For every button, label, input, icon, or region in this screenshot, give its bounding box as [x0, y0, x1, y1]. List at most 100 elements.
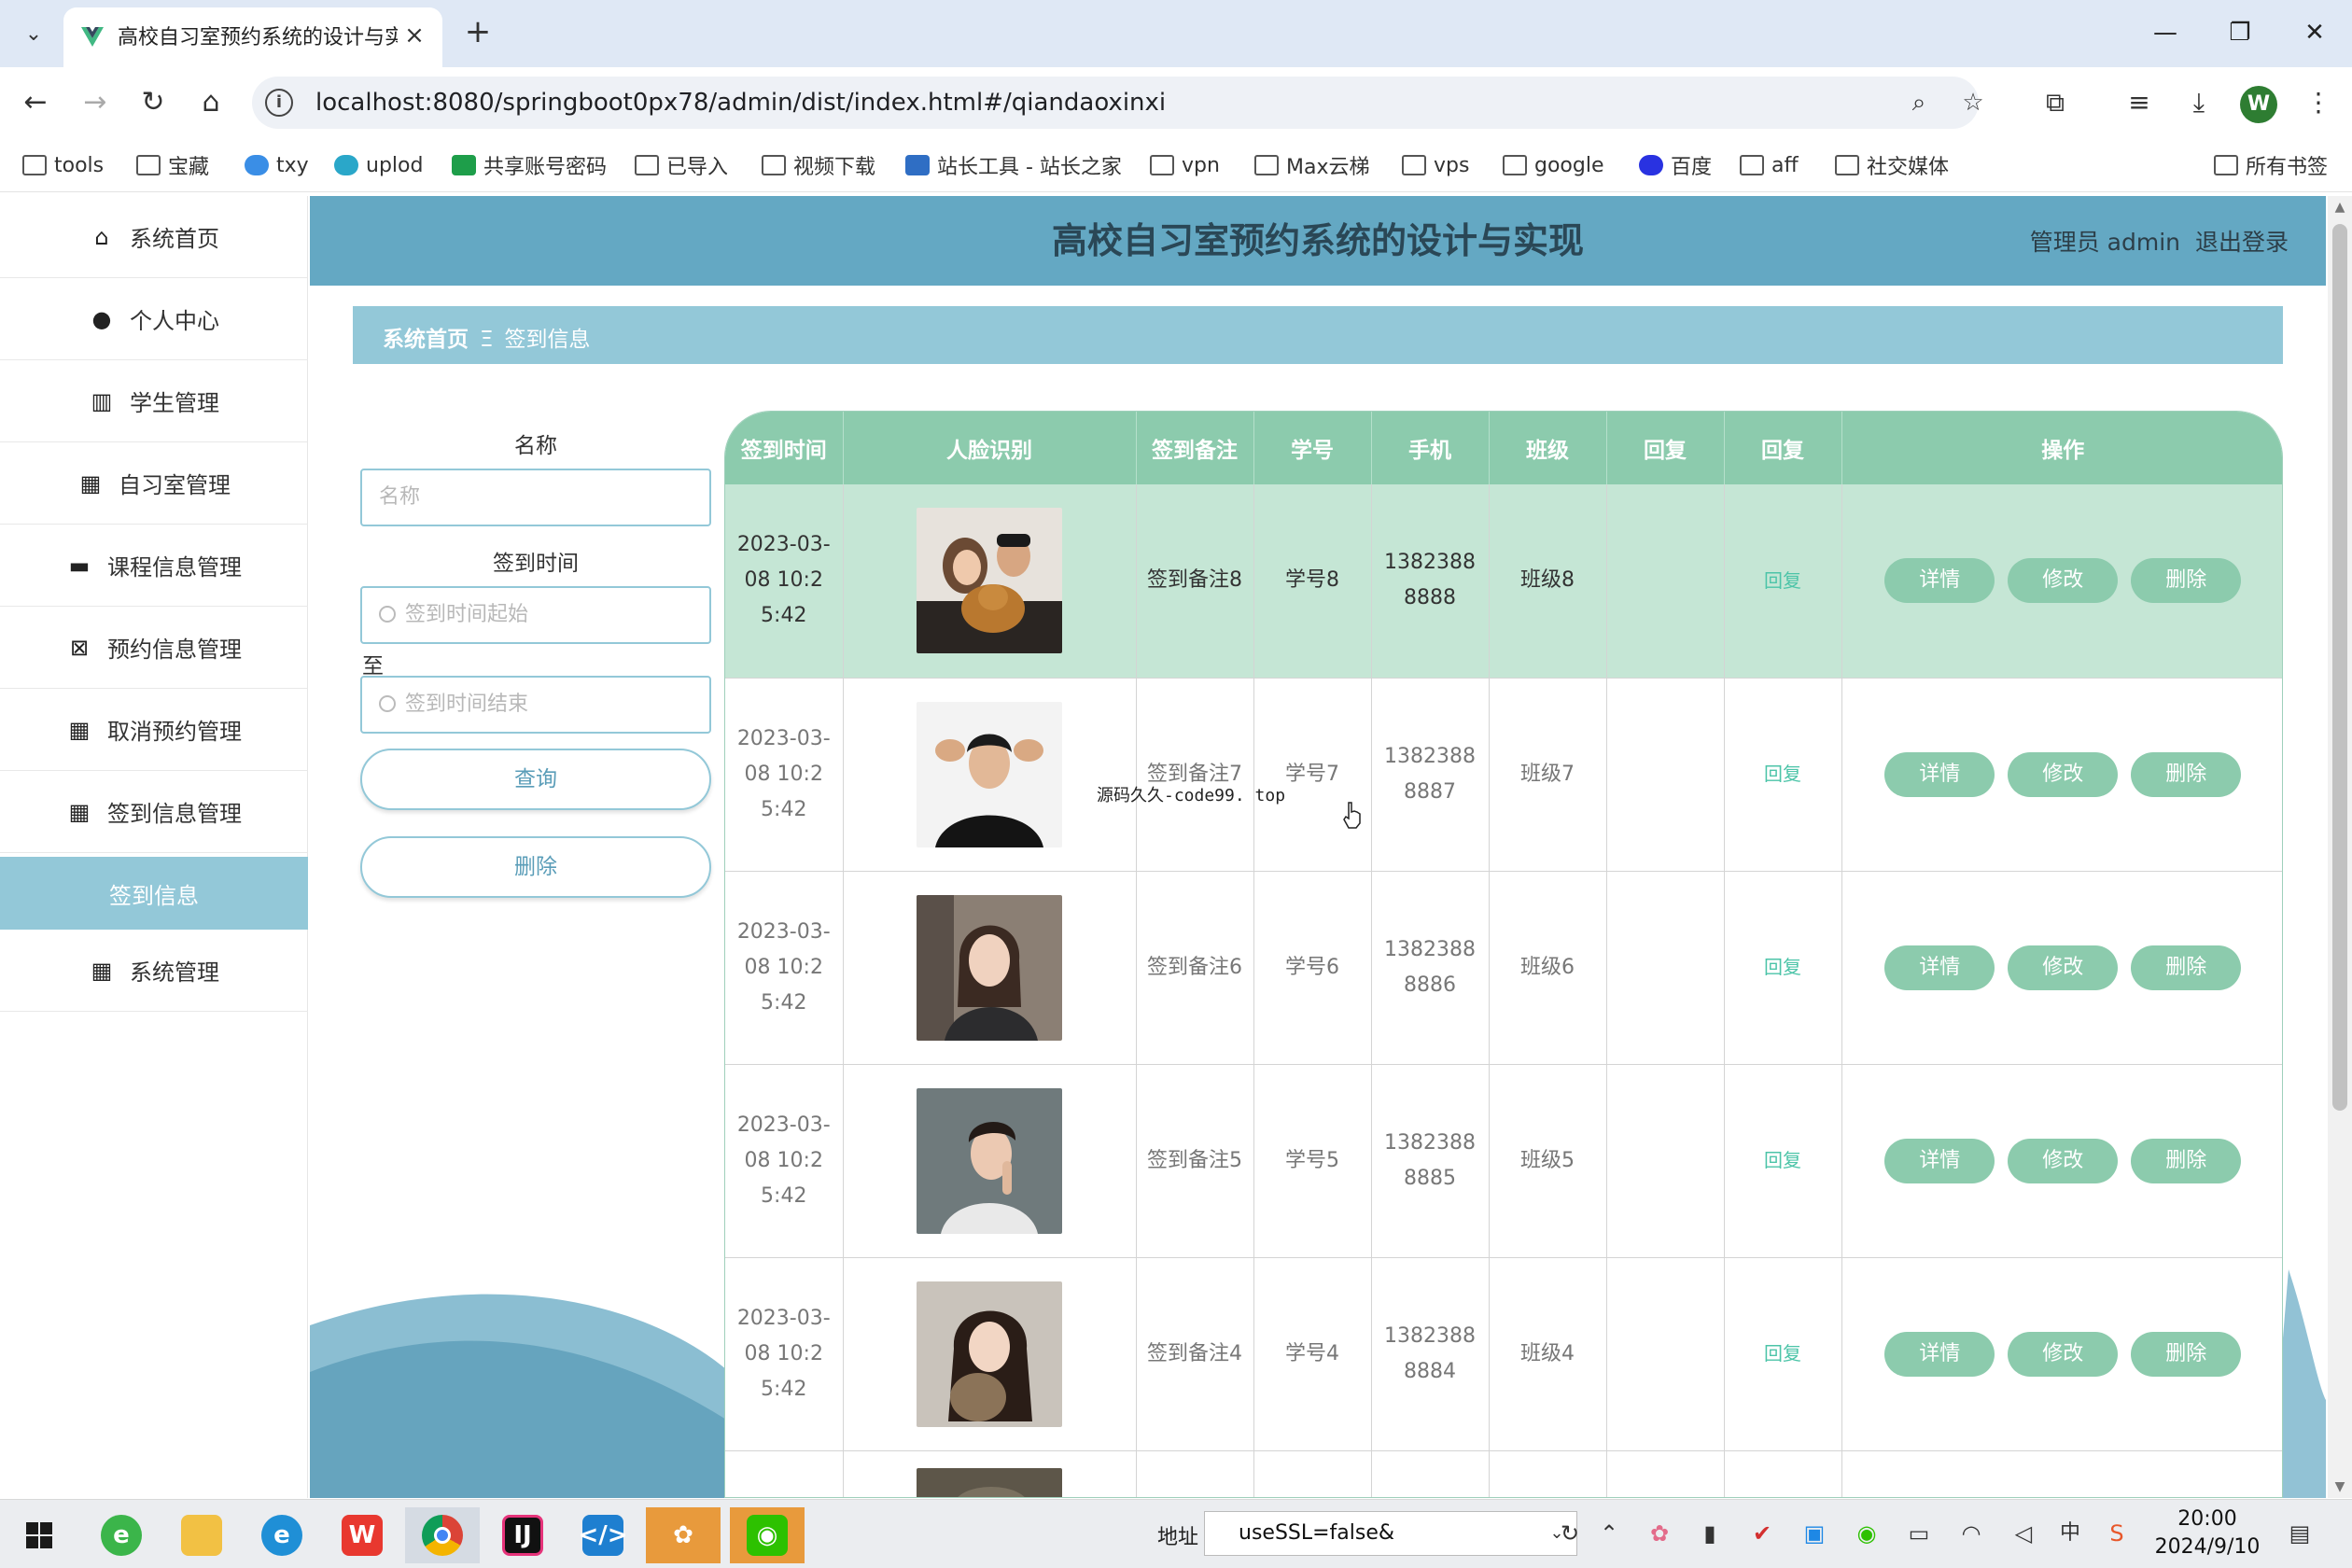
home-icon[interactable]: ⌂ [190, 82, 231, 123]
sidebar-item-reservations[interactable]: ⊠ 预约信息管理 [0, 607, 308, 689]
reply-link[interactable]: 回复 [1764, 569, 1801, 592]
signin-time-start-input[interactable]: 签到时间起始 [360, 586, 711, 644]
table-row[interactable]: 2023-03-08 10:25:42 签到备注6 学号6 1382388888… [725, 871, 2282, 1065]
bookmark-txy[interactable]: txy [245, 149, 309, 181]
bookmark-treasure[interactable]: 宝藏 [136, 149, 209, 181]
column-header-student-no[interactable]: 学号 [1253, 412, 1372, 484]
column-header-phone[interactable]: 手机 [1371, 412, 1490, 484]
tray-wifi-icon[interactable]: ◠ [1954, 1517, 1988, 1550]
bookmark-uplod[interactable]: uplod [334, 149, 423, 181]
table-row[interactable]: 2023-03-08 10:25:42 签到备注5 学号5 1382388888… [725, 1064, 2282, 1258]
taskbar-wechat-app[interactable]: ◉ [730, 1507, 805, 1563]
taskbar-explorer-app[interactable] [164, 1507, 239, 1563]
table-row[interactable]: 2023-03-08 10:25:42 签到备注7 学号7 1382388888… [725, 678, 2282, 872]
detail-button[interactable]: 详情 [1884, 558, 1995, 604]
bookmark-aff[interactable]: aff [1740, 149, 1799, 181]
tray-security-icon[interactable]: ✔ [1745, 1517, 1779, 1550]
table-row[interactable]: 2023-03-08 10:25:42 签到备注4 学号4 1382388888… [725, 1257, 2282, 1451]
bookmark-shared-accounts[interactable]: 共享账号密码 [452, 149, 607, 181]
address-bar[interactable]: i localhost:8080/springboot0px78/admin/d… [252, 77, 1984, 129]
all-bookmarks[interactable]: 所有书签 [2214, 149, 2328, 181]
table-row[interactable] [725, 1450, 2282, 1497]
sidebar-subitem-signin-info[interactable]: 签到信息 [0, 857, 308, 930]
tray-app-icon[interactable]: ▣ [1798, 1517, 1831, 1550]
breadcrumb-home[interactable]: 系统首页 [383, 328, 469, 352]
column-header-signin-time[interactable]: 签到时间 [725, 412, 844, 484]
signin-time-end-input[interactable]: 签到时间结束 [360, 676, 711, 734]
address-toolbar-input[interactable]: useSSL=false& [1204, 1511, 1577, 1556]
column-header-reply[interactable]: 回复 [1606, 412, 1725, 484]
tray-sogou-icon[interactable]: S [2100, 1517, 2134, 1550]
download-icon[interactable]: ⤓ [2178, 82, 2219, 123]
taskbar-clock[interactable]: 20:00 2024/9/10 [2147, 1505, 2268, 1561]
media-control-icon[interactable]: ≡ [2119, 82, 2160, 123]
more-menu-icon[interactable]: ⋮ [2298, 82, 2339, 123]
sidebar-item-cancellations[interactable]: ▦ 取消预约管理 [0, 689, 308, 771]
detail-button[interactable]: 详情 [1884, 751, 1995, 797]
table-row[interactable]: 2023-03-08 10:25:42 签到备注8 学号8 1382388888… [725, 484, 2282, 679]
logout-link[interactable]: 退出登录 [2195, 229, 2289, 256]
edit-button[interactable]: 修改 [2008, 945, 2119, 990]
taskbar-vscode-app[interactable]: </> [566, 1507, 640, 1563]
reply-link[interactable]: 回复 [1764, 1149, 1801, 1171]
new-tab-button[interactable]: + [457, 13, 498, 54]
delete-button[interactable]: 删除 [2131, 751, 2242, 797]
bookmark-baidu[interactable]: 百度 [1639, 149, 1712, 181]
profile-avatar[interactable]: W [2240, 86, 2277, 123]
url-text[interactable]: localhost:8080/springboot0px78/admin/dis… [315, 88, 1166, 118]
batch-delete-button[interactable]: 删除 [360, 836, 711, 898]
sidebar-item-home[interactable]: ⌂ 系统首页 [0, 196, 308, 278]
sidebar-item-system[interactable]: ▦ 系统管理 [0, 930, 308, 1012]
taskbar-wps-app[interactable]: W [325, 1507, 399, 1563]
restore-icon[interactable]: ❐ [2214, 9, 2266, 56]
minimize-icon[interactable]: — [2139, 9, 2191, 56]
taskbar-orange-app[interactable]: ✿ [646, 1507, 721, 1563]
site-info-icon[interactable]: i [265, 89, 293, 117]
taskbar-chrome-app[interactable] [405, 1507, 480, 1563]
delete-button[interactable]: 删除 [2131, 1138, 2242, 1183]
detail-button[interactable]: 详情 [1884, 1138, 1995, 1183]
sidebar-item-study-rooms[interactable]: ▦ 自习室管理 [0, 442, 308, 525]
tray-flower-icon[interactable]: ✿ [1643, 1517, 1676, 1550]
tab-search-chevron-icon[interactable]: ⌄ [13, 13, 54, 54]
name-input[interactable]: 名称 [360, 469, 711, 526]
start-button[interactable] [2, 1507, 77, 1563]
sidebar-item-courses[interactable]: ▬ 课程信息管理 [0, 525, 308, 607]
close-window-icon[interactable]: ✕ [2289, 9, 2341, 56]
sidebar-item-signin-management[interactable]: ▦ 签到信息管理 [0, 771, 308, 853]
edit-button[interactable]: 修改 [2008, 1331, 2119, 1377]
detail-button[interactable]: 详情 [1884, 1331, 1995, 1377]
reply-link[interactable]: 回复 [1764, 1342, 1801, 1365]
tray-ime-indicator[interactable]: 中 [2053, 1517, 2087, 1550]
column-header-class[interactable]: 班级 [1489, 412, 1607, 484]
edit-button[interactable]: 修改 [2008, 751, 2119, 797]
back-icon[interactable]: ← [15, 82, 56, 123]
bookmark-max-ladder[interactable]: Max云梯 [1254, 149, 1369, 181]
bookmark-imported[interactable]: 已导入 [635, 149, 728, 181]
taskbar-intellij-app[interactable]: IJ [485, 1507, 560, 1563]
bookmark-video-download[interactable]: 视频下载 [762, 149, 875, 181]
forward-icon[interactable]: → [75, 82, 116, 123]
scroll-thumb[interactable] [2332, 224, 2347, 1111]
notification-icon[interactable]: ▤ [2283, 1517, 2317, 1550]
reload-icon[interactable]: ↻ [133, 82, 174, 123]
address-go-icon[interactable]: ↻ [1553, 1517, 1587, 1550]
scroll-up-icon[interactable]: ▲ [2328, 196, 2352, 218]
column-header-face-recognition[interactable]: 人脸识别 [843, 412, 1137, 484]
zoom-icon[interactable]: ⌕ [1904, 88, 1934, 118]
bookmark-webmaster-tools[interactable]: 站长工具 - 站长之家 [905, 149, 1122, 181]
bookmark-social-media[interactable]: 社交媒体 [1835, 149, 1949, 181]
edit-button[interactable]: 修改 [2008, 558, 2119, 604]
taskbar-edge-app[interactable]: e [245, 1507, 319, 1563]
column-header-remark[interactable]: 签到备注 [1136, 412, 1254, 484]
delete-button[interactable]: 删除 [2131, 558, 2242, 604]
sidebar-item-profile[interactable]: ● 个人中心 [0, 278, 308, 360]
page-scrollbar[interactable]: ▲ ▼ [2328, 196, 2352, 1498]
bookmark-vps[interactable]: vps [1402, 149, 1469, 181]
bookmark-google[interactable]: google [1503, 149, 1604, 181]
taskbar-ie-app[interactable]: e [84, 1507, 159, 1563]
column-header-reply-action[interactable]: 回复 [1724, 412, 1842, 484]
scroll-down-icon[interactable]: ▼ [2328, 1476, 2352, 1498]
tray-usb-icon[interactable]: ▮ [1693, 1517, 1727, 1550]
tray-keyboard-icon[interactable]: ▭ [1902, 1517, 1936, 1550]
